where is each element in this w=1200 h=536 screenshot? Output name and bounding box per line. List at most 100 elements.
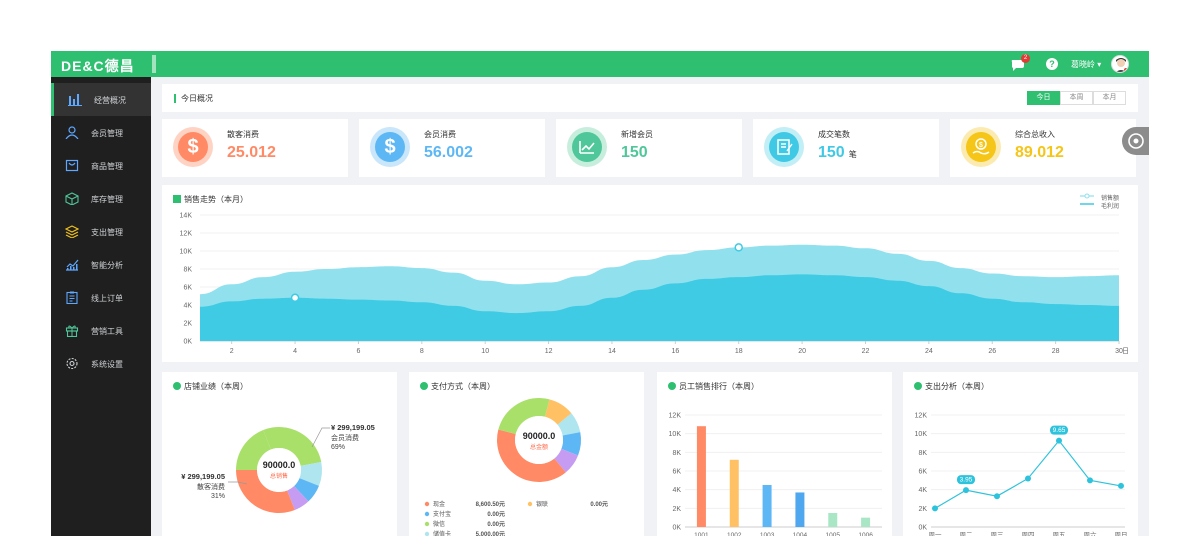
card-value: 56.002 (424, 144, 473, 161)
user-menu[interactable]: 葛晓岭 ▾ (1071, 59, 1101, 70)
x-tick-label: 周四 (1022, 531, 1035, 536)
notification-badge: 2 (1021, 54, 1030, 63)
card-label: 成交笔数 (818, 130, 850, 139)
data-point (994, 493, 1000, 500)
x-tick-label: 周三 (991, 531, 1005, 536)
card-value-unit: 笔 (848, 150, 857, 159)
sidebar-item-settings[interactable]: 系统设置 (51, 347, 151, 380)
app-window: DE&C德昌 2 ? 葛晓岭 ▾ 经营概况 会员管理 商品管理 库存管理 支出管… (51, 51, 1149, 536)
legend-dot (424, 511, 430, 517)
leader-line (311, 427, 330, 448)
legend-name: 现金 (433, 500, 445, 508)
x-tick-label: 1004 (793, 532, 808, 536)
x-tick-label: 16 (671, 348, 679, 355)
top-bar: DE&C德昌 2 ? 葛晓岭 ▾ (51, 51, 1149, 77)
x-tick-label: 10 (481, 348, 489, 355)
highlight-marker (734, 243, 743, 252)
y-tick-label: 14K (180, 213, 193, 220)
series-line (934, 439, 1122, 509)
y-tick-label: 0K (183, 339, 192, 346)
sidebar-item-label: 智能分析 (91, 261, 123, 270)
tab-month[interactable]: 本月 (1093, 91, 1126, 105)
legend-value: 8,600.50元 (476, 501, 505, 508)
annotation-value: ¥ 299,199.05 (331, 423, 375, 432)
avatar-image (1116, 58, 1128, 72)
x-tick-label: 周五 (1053, 531, 1067, 536)
y-tick-label: 10K (180, 249, 193, 256)
bar (861, 517, 871, 527)
note-edit-icon (769, 132, 799, 162)
sidebar-item-label: 线上订单 (91, 294, 123, 303)
x-tick-label: 1001 (694, 532, 709, 536)
sidebar-item-label: 经营概况 (94, 96, 126, 105)
tab-week[interactable]: 本周 (1060, 91, 1093, 105)
x-tick-label: 1002 (727, 532, 742, 536)
sidebar-item-label: 支出管理 (91, 228, 123, 237)
card-label: 新增会员 (621, 130, 653, 139)
avatar[interactable] (1111, 55, 1129, 73)
sidebar-item-label: 系统设置 (91, 360, 123, 369)
card-value: 25.012 (227, 144, 276, 161)
bar (828, 513, 838, 527)
logo-divider (152, 55, 156, 73)
data-point (963, 487, 969, 494)
help-icon[interactable]: ? (1044, 56, 1060, 72)
x-tick-label: 12 (545, 348, 553, 355)
y-tick-label: 2K (672, 506, 681, 513)
bar (795, 492, 805, 527)
sidebar-item-expenses[interactable]: 支出管理 (51, 215, 151, 248)
y-tick-label: 6K (672, 469, 681, 476)
legend-value: 0.00元 (487, 511, 505, 518)
clipboard-icon (66, 291, 78, 304)
x-tick-label: 周二 (960, 531, 974, 536)
sidebar-item-online-orders[interactable]: 线上订单 (51, 281, 151, 314)
tab-today[interactable]: 今日 (1027, 91, 1060, 105)
svg-text:?: ? (1049, 59, 1055, 69)
x-tick-label: 1003 (760, 532, 775, 536)
card-icon-ring: $ (173, 127, 213, 167)
data-point (1118, 482, 1124, 489)
sidebar: 经营概况 会员管理 商品管理 库存管理 支出管理 智能分析 线上订单 营销工具 (51, 77, 151, 536)
y-tick-label: 8K (183, 267, 192, 274)
annotation-label: 散客消费 (197, 482, 225, 491)
sidebar-item-overview[interactable]: 经营概况 (51, 83, 151, 116)
gift-icon (65, 325, 79, 337)
sidebar-item-analytics[interactable]: 智能分析 (51, 248, 151, 281)
sidebar-item-products[interactable]: 商品管理 (51, 149, 151, 182)
legend-value: 5,000.00元 (476, 531, 505, 536)
sidebar-item-members[interactable]: 会员管理 (51, 116, 151, 149)
today-title: 今日概况 (174, 94, 213, 103)
stat-card-transactions: 成交笔数 150 笔 (753, 119, 939, 177)
float-nav-button[interactable] (1122, 127, 1149, 155)
payment-method-donut: 90000.0总金额现金 8,600.50元 银联 0.00元支付宝 0.00元微信 0.… (424, 398, 608, 536)
y-tick-label: 12K (915, 413, 928, 420)
sales-trend-panel: 销售走势（本月） 销售额 毛利润 0K 2K 4K 6K 8K 10K 12K 14K 2 4 6 8… (162, 185, 1138, 362)
x-tick-label: 14 (608, 348, 616, 355)
stat-card-total-income: $ 综合总收入 89.012 (950, 119, 1136, 177)
annotation-label: 会员消费 (331, 433, 359, 442)
sidebar-item-label: 营销工具 (91, 327, 123, 336)
sidebar-item-label: 会员管理 (91, 129, 123, 138)
legend-dot (424, 521, 430, 527)
legend-name: 支付宝 (433, 510, 451, 518)
sidebar-item-inventory[interactable]: 库存管理 (51, 182, 151, 215)
sales-trend-chart: 0K2K4K6K8K10K12K14K2 4 6 8 10 12 14 16 18 20 22 24 2… (180, 213, 1129, 356)
legend-dot (424, 501, 430, 507)
legend-name: 微信 (433, 520, 445, 528)
expense-line-chart: 0K 2K 4K 6K 8K 10K 12K 周一 周二 3.95 周三 周四 周五 9.65 周六 周日 (915, 413, 1128, 536)
bar (762, 485, 772, 527)
x-tick-label: 22 (862, 348, 870, 355)
card-value: 89.012 (1015, 144, 1064, 161)
card-icon-ring: $ (370, 127, 410, 167)
legend-dot (527, 501, 533, 507)
dollar-icon: $ (178, 132, 208, 162)
donut-center-value: 90000.0 (263, 460, 296, 470)
dollar-icon: $ (375, 132, 405, 162)
user-icon (65, 126, 79, 139)
svg-text:$: $ (979, 142, 983, 149)
sidebar-item-marketing[interactable]: 营销工具 (51, 314, 151, 347)
legend-dot (424, 531, 430, 536)
y-tick-label: 12K (180, 231, 193, 238)
x-tick-label: 1005 (826, 532, 841, 536)
stat-card-walkin: $ 散客消费 25.012 (162, 119, 348, 177)
